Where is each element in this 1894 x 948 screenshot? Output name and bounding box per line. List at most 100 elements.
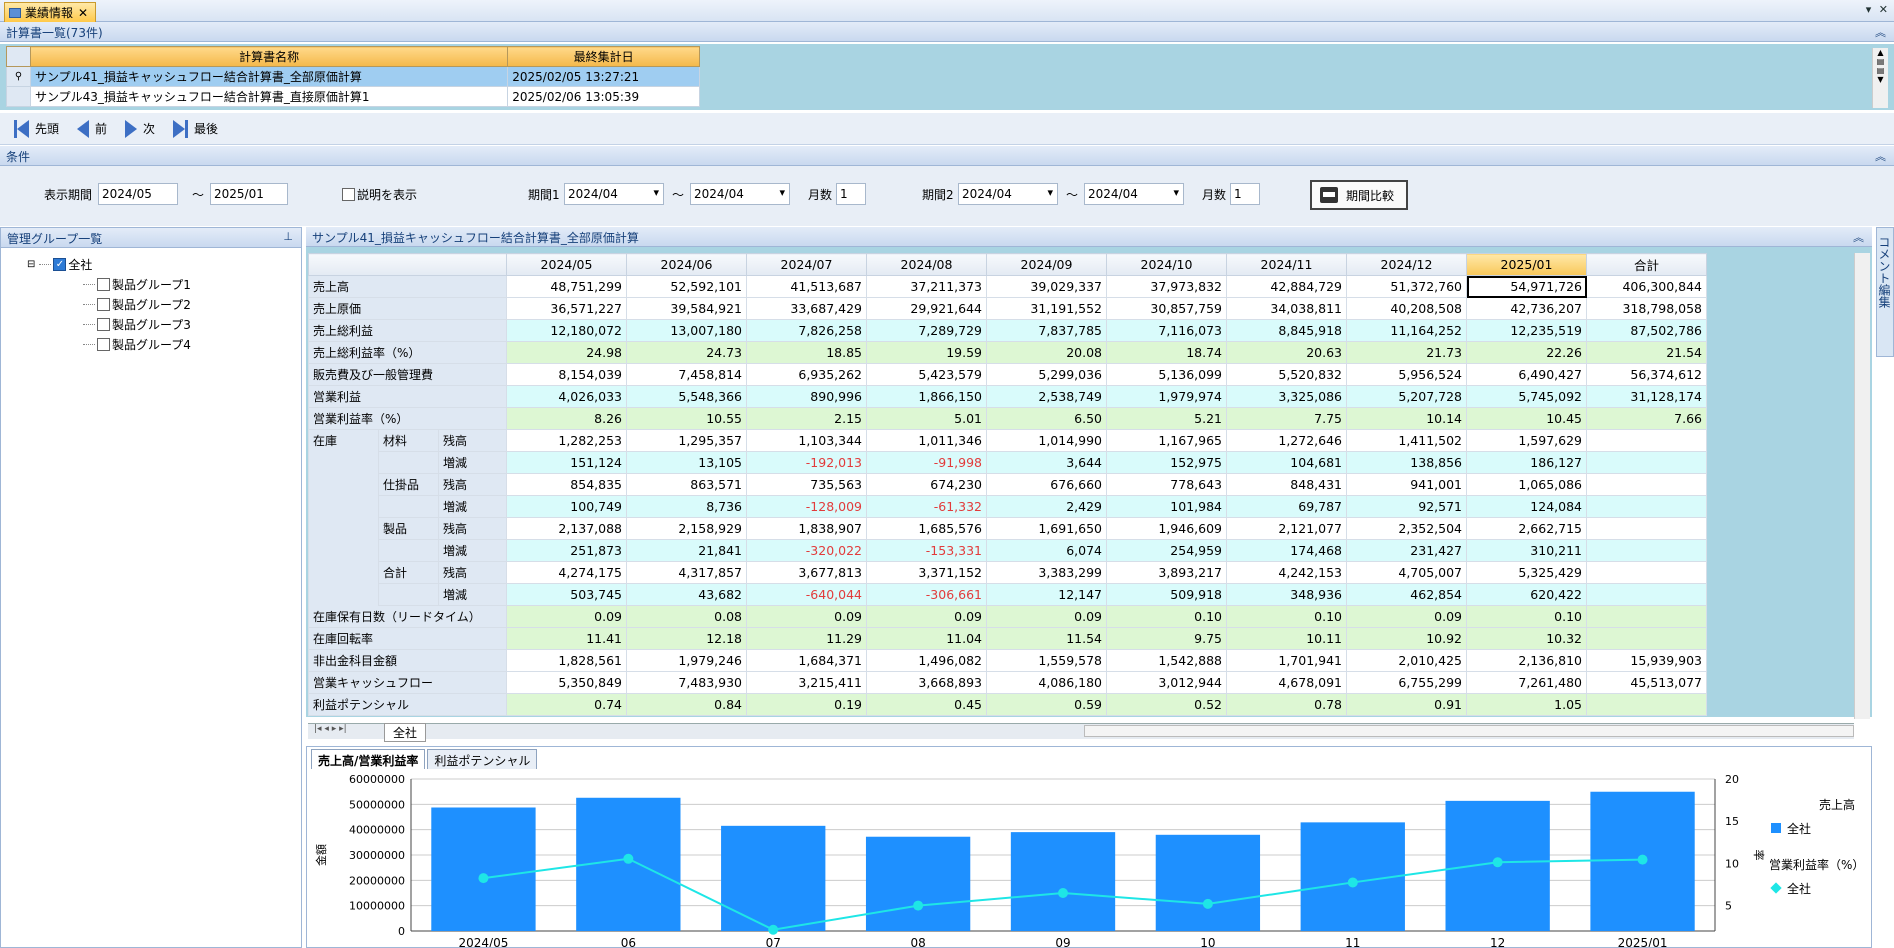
- data-cell[interactable]: 45,513,077: [1586, 671, 1707, 694]
- data-cell[interactable]: -320,022: [746, 539, 867, 562]
- data-cell[interactable]: 462,854: [1346, 583, 1467, 606]
- data-cell[interactable]: 56,374,612: [1586, 363, 1707, 386]
- data-cell[interactable]: 18.85: [746, 341, 867, 364]
- close-icon[interactable]: ✕: [78, 6, 88, 20]
- compare-period-button[interactable]: 期間比較: [1310, 180, 1408, 210]
- collapse-icon[interactable]: ︽: [1875, 24, 1886, 40]
- data-cell[interactable]: [1586, 539, 1707, 562]
- data-cell[interactable]: 3,215,411: [746, 671, 867, 694]
- data-cell[interactable]: 3,325,086: [1226, 385, 1347, 408]
- data-cell[interactable]: 12.18: [626, 627, 747, 650]
- data-cell[interactable]: 186,127: [1466, 451, 1587, 474]
- data-cell[interactable]: 20.63: [1226, 341, 1347, 364]
- col-header[interactable]: 2024/11: [1226, 253, 1347, 276]
- data-cell[interactable]: 0.74: [506, 693, 627, 716]
- period2-months-input[interactable]: 1: [1230, 183, 1260, 205]
- data-cell[interactable]: 7,458,814: [626, 363, 747, 386]
- data-cell[interactable]: 1,866,150: [866, 385, 987, 408]
- col-header[interactable]: 2024/05: [506, 253, 627, 276]
- data-cell[interactable]: 13,007,180: [626, 319, 747, 342]
- calc-name-cell[interactable]: サンプル41_損益キャッシュフロー結合計算書_全部原価計算: [29, 66, 509, 87]
- data-cell[interactable]: 10.92: [1346, 627, 1467, 650]
- data-cell[interactable]: 100,749: [506, 495, 627, 518]
- data-cell[interactable]: 0.52: [1106, 693, 1227, 716]
- data-cell[interactable]: 0.84: [626, 693, 747, 716]
- data-cell[interactable]: 39,029,337: [986, 275, 1107, 298]
- data-cell[interactable]: [1586, 583, 1707, 606]
- data-cell[interactable]: 2,429: [986, 495, 1107, 518]
- data-cell[interactable]: 0.08: [626, 605, 747, 628]
- data-cell[interactable]: 348,936: [1226, 583, 1347, 606]
- data-cell[interactable]: 5,745,092: [1466, 385, 1587, 408]
- data-cell[interactable]: 854,835: [506, 473, 627, 496]
- data-cell[interactable]: 12,147: [986, 583, 1107, 606]
- data-cell[interactable]: 2,121,077: [1226, 517, 1347, 540]
- checkbox-icon[interactable]: [97, 317, 110, 331]
- data-cell[interactable]: [1586, 561, 1707, 584]
- data-cell[interactable]: 5,325,429: [1466, 561, 1587, 584]
- data-cell[interactable]: 10.11: [1226, 627, 1347, 650]
- data-cell[interactable]: 104,681: [1226, 451, 1347, 474]
- data-cell[interactable]: 3,644: [986, 451, 1107, 474]
- col-header-name[interactable]: 計算書名称: [29, 46, 509, 67]
- data-cell[interactable]: 5.21: [1106, 407, 1227, 430]
- data-cell[interactable]: 10.14: [1346, 407, 1467, 430]
- data-cell[interactable]: 848,431: [1226, 473, 1347, 496]
- data-cell[interactable]: 4,086,180: [986, 671, 1107, 694]
- data-cell[interactable]: 3,383,299: [986, 561, 1107, 584]
- data-cell[interactable]: 39,584,921: [626, 297, 747, 320]
- data-cell[interactable]: 7,116,073: [1106, 319, 1227, 342]
- col-header[interactable]: 2025/01: [1466, 253, 1587, 276]
- data-cell[interactable]: 124,084: [1466, 495, 1587, 518]
- data-cell[interactable]: 34,038,811: [1226, 297, 1347, 320]
- data-cell[interactable]: 5,207,728: [1346, 385, 1467, 408]
- data-cell[interactable]: 6,755,299: [1346, 671, 1467, 694]
- data-cell[interactable]: 251,873: [506, 539, 627, 562]
- data-cell[interactable]: 5,350,849: [506, 671, 627, 694]
- data-cell[interactable]: 2,158,929: [626, 517, 747, 540]
- data-cell[interactable]: -91,998: [866, 451, 987, 474]
- data-cell[interactable]: 3,371,152: [866, 561, 987, 584]
- data-cell[interactable]: 4,705,007: [1346, 561, 1467, 584]
- data-cell[interactable]: 8,736: [626, 495, 747, 518]
- grid-hscroll[interactable]: [1084, 725, 1854, 737]
- checkbox-checked-icon[interactable]: ✓: [53, 257, 67, 271]
- data-cell[interactable]: 21.73: [1346, 341, 1467, 364]
- data-cell[interactable]: 42,736,207: [1466, 297, 1587, 320]
- data-cell[interactable]: -128,009: [746, 495, 867, 518]
- data-cell[interactable]: 19.59: [866, 341, 987, 364]
- period1-months-input[interactable]: 1: [836, 183, 866, 205]
- data-cell[interactable]: 0.09: [746, 605, 867, 628]
- show-desc-checkbox[interactable]: 説明を表示: [342, 186, 417, 203]
- data-cell[interactable]: 7,837,785: [986, 319, 1107, 342]
- data-cell[interactable]: 1,014,990: [986, 429, 1107, 452]
- data-cell[interactable]: 8.26: [506, 407, 627, 430]
- data-cell[interactable]: 406,300,844: [1586, 275, 1707, 298]
- display-from-input[interactable]: 2024/05: [98, 183, 178, 205]
- data-cell[interactable]: 151,124: [506, 451, 627, 474]
- data-cell[interactable]: 51,372,760: [1346, 275, 1467, 298]
- data-cell[interactable]: 0.91: [1346, 693, 1467, 716]
- data-cell[interactable]: 20.08: [986, 341, 1107, 364]
- data-cell[interactable]: 11,164,252: [1346, 319, 1467, 342]
- calc-date-cell[interactable]: 2025/02/06 13:05:39: [507, 86, 700, 107]
- grid-vscroll[interactable]: [1854, 253, 1870, 719]
- data-cell[interactable]: 4,242,153: [1226, 561, 1347, 584]
- data-cell[interactable]: [1586, 517, 1707, 540]
- calc-list-scrollbar[interactable]: ▲ ▤ ▤ ▼: [1872, 48, 1888, 108]
- data-cell[interactable]: [1586, 451, 1707, 474]
- comment-edit-strip[interactable]: コメント編集: [1876, 227, 1894, 357]
- data-cell[interactable]: 1.05: [1466, 693, 1587, 716]
- data-cell[interactable]: 18.74: [1106, 341, 1227, 364]
- checkbox-icon[interactable]: [97, 297, 110, 311]
- close-window-icon[interactable]: ✕: [1879, 3, 1888, 16]
- calc-date-cell[interactable]: 2025/02/05 13:27:21: [507, 66, 700, 87]
- data-cell[interactable]: -61,332: [866, 495, 987, 518]
- last-button[interactable]: 最後: [173, 119, 218, 138]
- data-cell[interactable]: 1,946,609: [1106, 517, 1227, 540]
- period2-from-select[interactable]: 2024/04: [958, 183, 1058, 205]
- data-cell[interactable]: 2,352,504: [1346, 517, 1467, 540]
- sheet-nav-icons[interactable]: |◂ ◂ ▸ ▸|: [314, 724, 347, 734]
- data-cell[interactable]: 11.29: [746, 627, 867, 650]
- tree-node-group[interactable]: 製品グループ3: [27, 314, 191, 334]
